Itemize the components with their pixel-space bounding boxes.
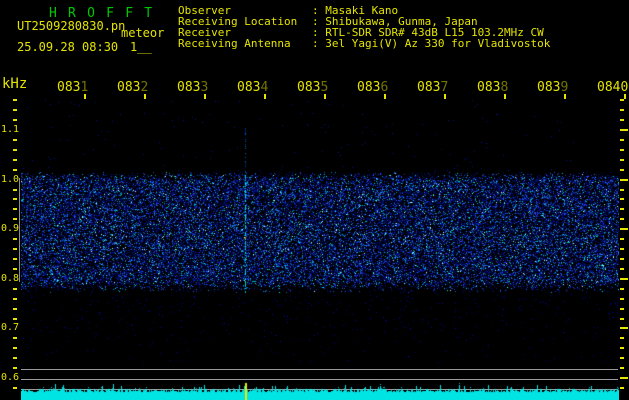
- y-tick-right: [620, 99, 624, 102]
- y-tick-right: [620, 377, 628, 379]
- y-tick-left: [13, 119, 17, 122]
- y-tick-label: 0.6: [1, 372, 20, 383]
- x-tick-label: 0832: [117, 80, 149, 95]
- info-row: Receiving Antenna : 3el Yagi(V) Az 330 fo…: [178, 38, 550, 49]
- y-tick-right: [620, 248, 624, 250]
- y-tick-right: [620, 218, 624, 221]
- x-tick-label: 0835: [297, 80, 329, 95]
- y-tick-left: [13, 188, 17, 191]
- y-tick-right: [620, 277, 628, 280]
- x-tick-mark: [264, 94, 266, 99]
- y-tick-right: [620, 267, 624, 270]
- output-filename: UT2509280830.pn: [17, 19, 126, 33]
- y-tick-right: [620, 109, 624, 112]
- y-tick-left: [13, 158, 17, 161]
- y-tick-right: [620, 198, 624, 201]
- y-tick-left: [13, 307, 17, 310]
- y-tick-right: [620, 327, 628, 330]
- x-tick-label: 0831: [57, 80, 89, 95]
- y-tick-label: 1.0: [1, 173, 20, 185]
- y-tick-right: [620, 168, 624, 171]
- y-tick-left: [13, 109, 17, 112]
- y-tick-left: [13, 138, 17, 141]
- y-tick-right: [620, 347, 624, 350]
- x-tick-label: 0833: [177, 80, 209, 95]
- x-tick-mark: [504, 94, 506, 99]
- y-tick-left: [13, 317, 17, 320]
- y-tick-right: [620, 148, 624, 151]
- y-axis-unit-label: kHz: [2, 76, 28, 92]
- spectrogram-canvas: [21, 95, 619, 400]
- y-tick-right: [620, 138, 624, 141]
- y-tick-label: 0.7: [1, 322, 20, 334]
- x-tick-label: 0838: [477, 80, 509, 95]
- y-tick-right: [620, 258, 624, 260]
- hrofft-screen: H R O F F T UT2509280830.pn meteor 25.09…: [0, 0, 629, 400]
- x-tick-mark: [324, 94, 326, 99]
- y-tick-left: [13, 357, 17, 360]
- y-tick-left: [13, 148, 17, 151]
- y-tick-left: [13, 386, 17, 389]
- mode-label: meteor: [121, 26, 165, 40]
- y-tick-left: [13, 99, 17, 102]
- x-tick-mark: [384, 94, 386, 99]
- x-tick-label: 0839: [537, 80, 569, 95]
- y-tick-left: [13, 168, 17, 171]
- y-tick-left: [13, 208, 17, 211]
- y-tick-right: [620, 129, 628, 131]
- y-tick-right: [620, 337, 624, 340]
- y-tick-right: [620, 317, 624, 320]
- y-tick-left: [13, 258, 17, 260]
- echo-counter: 1__: [130, 40, 152, 54]
- y-tick-right: [620, 178, 628, 181]
- y-tick-right: [620, 158, 624, 161]
- x-tick-label: 0837: [417, 80, 449, 95]
- x-tick-mark: [444, 94, 446, 99]
- y-tick-right: [620, 386, 624, 389]
- y-tick-right: [620, 188, 624, 191]
- y-tick-right: [620, 297, 624, 300]
- y-tick-left: [13, 198, 17, 201]
- y-tick-left: [13, 337, 17, 340]
- y-tick-right: [620, 238, 624, 241]
- x-tick-label: 0834: [237, 80, 269, 95]
- y-tick-left: [13, 297, 17, 300]
- y-tick-left: [13, 267, 17, 270]
- receiver-info: Observer: Masaki Kano Receiving Location:…: [178, 5, 550, 49]
- y-tick-left: [13, 238, 17, 241]
- y-tick-label: 1.1: [1, 124, 20, 135]
- x-tick-mark: [564, 94, 566, 99]
- y-tick-label: 0.9: [1, 223, 20, 235]
- y-tick-right: [620, 228, 628, 231]
- y-tick-right: [620, 119, 624, 122]
- info-row-label: Receiving Antenna: [178, 37, 291, 50]
- noise-band-extent-line: [19, 178, 20, 282]
- y-tick-left: [13, 347, 17, 350]
- y-tick-right: [620, 307, 624, 310]
- y-tick-left: [13, 218, 17, 221]
- x-tick-mark: [84, 94, 86, 99]
- x-tick-label: 0836: [357, 80, 389, 95]
- y-tick-label: 0.8: [1, 272, 20, 284]
- x-tick-mark: [624, 94, 626, 99]
- y-tick-right: [620, 367, 624, 370]
- y-tick-right: [620, 208, 624, 211]
- y-tick-left: [13, 248, 17, 250]
- x-tick-label: 0840: [597, 80, 629, 95]
- observation-datetime: 25.09.28 08:30: [17, 40, 119, 54]
- info-row-value: : 3el Yagi(V) Az 330 for Vladivostok: [312, 37, 551, 50]
- x-tick-mark: [204, 94, 206, 99]
- y-tick-right: [620, 287, 624, 290]
- x-tick-mark: [144, 94, 146, 99]
- y-tick-right: [620, 357, 624, 360]
- y-tick-left: [13, 367, 17, 370]
- y-tick-left: [13, 287, 17, 290]
